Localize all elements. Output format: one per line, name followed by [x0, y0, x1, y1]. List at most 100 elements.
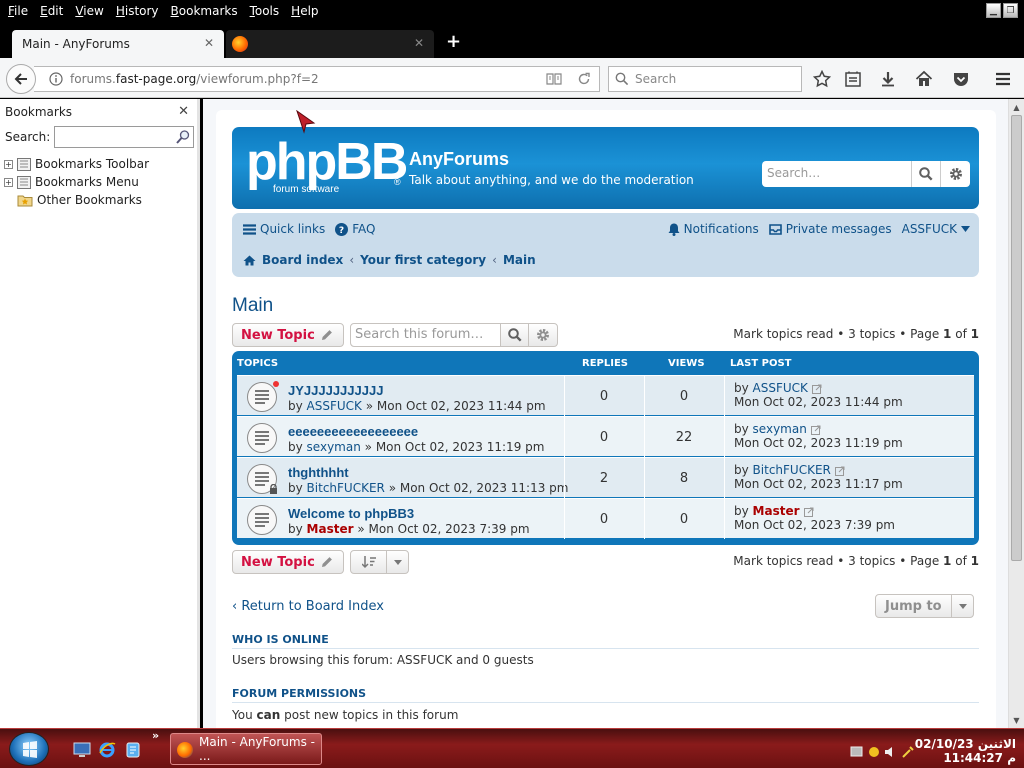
- reader-view-icon[interactable]: [539, 72, 569, 86]
- menu-tools[interactable]: Tools: [244, 0, 286, 22]
- tray-tools-icon[interactable]: [901, 745, 915, 759]
- tab-main-anyforums[interactable]: Main - AnyForums ✕: [12, 30, 224, 58]
- return-to-board-link[interactable]: ‹ Return to Board Index: [232, 599, 384, 614]
- expand-icon[interactable]: +: [4, 159, 13, 169]
- last-post-author-link[interactable]: BitchFUCKER: [753, 463, 831, 477]
- show-desktop-icon[interactable]: [73, 741, 91, 759]
- menu-bookmarks[interactable]: Bookmarks: [165, 0, 244, 22]
- back-button[interactable]: [6, 64, 36, 94]
- private-messages-link[interactable]: Private messages: [768, 222, 892, 236]
- header-search-button[interactable]: [912, 161, 941, 187]
- crumb-separator: ‹: [349, 253, 355, 267]
- scrollbar-thumb[interactable]: [1011, 115, 1022, 561]
- topic-read-icon[interactable]: [247, 505, 277, 535]
- forum-advanced-search-button[interactable]: [529, 324, 557, 346]
- jump-to-dropdown[interactable]: Jump to: [875, 594, 974, 618]
- expand-icon[interactable]: +: [4, 177, 13, 187]
- hamburger-menu-icon[interactable]: [992, 68, 1014, 90]
- sidebar-close-icon[interactable]: ✕: [178, 104, 189, 119]
- scroll-down-icon[interactable]: ▼: [1009, 712, 1024, 728]
- topic-author-link[interactable]: BitchFUCKER: [307, 481, 385, 495]
- goto-post-icon[interactable]: [810, 425, 821, 435]
- url-text[interactable]: forums.fast-page.org/viewforum.php?f=2: [70, 72, 539, 86]
- topic-title-link[interactable]: JYJJJJJJJJJJJ: [288, 383, 383, 398]
- info-icon[interactable]: [42, 72, 70, 86]
- minimize-button[interactable]: ▁: [986, 3, 1001, 18]
- last-post-author-link[interactable]: sexyman: [753, 422, 807, 436]
- user-menu[interactable]: ASSFUCK: [902, 222, 970, 236]
- topic-title-link[interactable]: eeeeeeeeeeeeeeeeee: [288, 424, 418, 439]
- taskbar-firefox-window[interactable]: Main - AnyForums - ...: [170, 733, 322, 765]
- scroll-up-icon[interactable]: ▲: [1009, 99, 1024, 115]
- tray-network-icon[interactable]: [850, 745, 864, 759]
- tab-close-icon[interactable]: ✕: [204, 36, 214, 50]
- firefox-icon: [232, 36, 248, 52]
- forum-search-input[interactable]: Search this forum…: [351, 324, 501, 346]
- notifications-label: Notifications: [683, 222, 759, 236]
- new-topic-button[interactable]: New Topic: [232, 323, 344, 347]
- tray-app-icon[interactable]: [867, 745, 881, 759]
- pocket-icon[interactable]: [950, 68, 972, 90]
- restore-button[interactable]: ❐: [1003, 3, 1018, 18]
- last-post-author-link[interactable]: ASSFUCK: [753, 381, 808, 395]
- who-is-online-heading[interactable]: WHO IS ONLINE: [232, 633, 329, 646]
- notifications-link[interactable]: Notifications: [668, 222, 759, 236]
- reload-icon[interactable]: [569, 72, 599, 86]
- menu-view[interactable]: View: [69, 0, 109, 22]
- other-bookmarks-item[interactable]: Other Bookmarks: [0, 191, 197, 209]
- faq-link[interactable]: ? FAQ: [335, 222, 375, 236]
- bookmark-star-icon[interactable]: [811, 68, 833, 90]
- goto-post-icon[interactable]: [803, 507, 814, 517]
- tray-volume-icon[interactable]: [884, 745, 898, 759]
- topic-title-link[interactable]: Welcome to phpBB3: [288, 506, 414, 521]
- last-post-author-link[interactable]: Master: [753, 504, 800, 518]
- browser-search-input[interactable]: Search: [608, 66, 802, 92]
- topic-author-link[interactable]: Master: [307, 522, 354, 536]
- views-count: 8: [679, 471, 689, 486]
- header-search-input[interactable]: Search…: [762, 161, 912, 187]
- topic-read-icon[interactable]: [247, 423, 277, 453]
- forum-search-button[interactable]: [501, 324, 529, 346]
- phpbb-logo[interactable]: phpBB forum software ®: [246, 137, 406, 197]
- start-button[interactable]: [9, 732, 49, 766]
- downloads-icon[interactable]: [877, 68, 899, 90]
- taskbar-clock[interactable]: الاثنين 02/10/23 م 11:44:27: [915, 737, 1016, 765]
- crumb-board-index[interactable]: Board index: [262, 253, 343, 267]
- topic-author-link[interactable]: ASSFUCK: [307, 399, 362, 413]
- goto-post-icon[interactable]: [834, 466, 845, 476]
- crumb-forum[interactable]: Main: [503, 253, 536, 267]
- bookmarks-toolbar-item[interactable]: + Bookmarks Toolbar: [0, 155, 197, 173]
- quick-links-menu[interactable]: Quick links: [243, 222, 325, 236]
- forum-title[interactable]: Main: [232, 295, 273, 317]
- topic-title-link[interactable]: thghthhht: [288, 465, 349, 480]
- app-icon[interactable]: [124, 741, 142, 759]
- topic-author-link[interactable]: sexyman: [307, 440, 361, 454]
- tab-close-icon[interactable]: ✕: [414, 36, 424, 50]
- sort-options-button[interactable]: [350, 550, 409, 574]
- topic-unread-icon[interactable]: [247, 381, 279, 412]
- mark-read-link[interactable]: Mark topics read: [733, 327, 833, 341]
- bookmarks-list-icon[interactable]: [842, 68, 864, 90]
- advanced-search-button[interactable]: [941, 161, 970, 187]
- home-icon[interactable]: [913, 68, 935, 90]
- tab-second[interactable]: ✕: [226, 30, 434, 58]
- menu-history[interactable]: History: [110, 0, 165, 22]
- site-name[interactable]: AnyForums: [409, 149, 509, 170]
- sidebar-search-input[interactable]: [54, 126, 195, 148]
- header-views: VIEWS: [668, 358, 705, 369]
- topic-locked-icon[interactable]: [247, 464, 277, 494]
- menu-file[interactable]: File: [2, 0, 34, 22]
- last-post-date: Mon Oct 02, 2023 11:44 pm: [734, 395, 903, 409]
- menu-help[interactable]: Help: [285, 0, 324, 22]
- bookmarks-menu-item[interactable]: + Bookmarks Menu: [0, 173, 197, 191]
- new-topic-button[interactable]: New Topic: [232, 550, 344, 574]
- url-bar[interactable]: forums.fast-page.org/viewforum.php?f=2: [34, 66, 600, 92]
- menu-edit[interactable]: Edit: [34, 0, 69, 22]
- mark-read-link[interactable]: Mark topics read: [733, 554, 833, 568]
- taskbar-overflow-chevron[interactable]: »: [152, 729, 159, 742]
- ie-icon[interactable]: [98, 741, 116, 759]
- crumb-category[interactable]: Your first category: [360, 253, 486, 267]
- vertical-scrollbar[interactable]: ▲ ▼: [1008, 99, 1024, 728]
- new-tab-button[interactable]: +: [446, 32, 461, 52]
- goto-post-icon[interactable]: [811, 384, 822, 394]
